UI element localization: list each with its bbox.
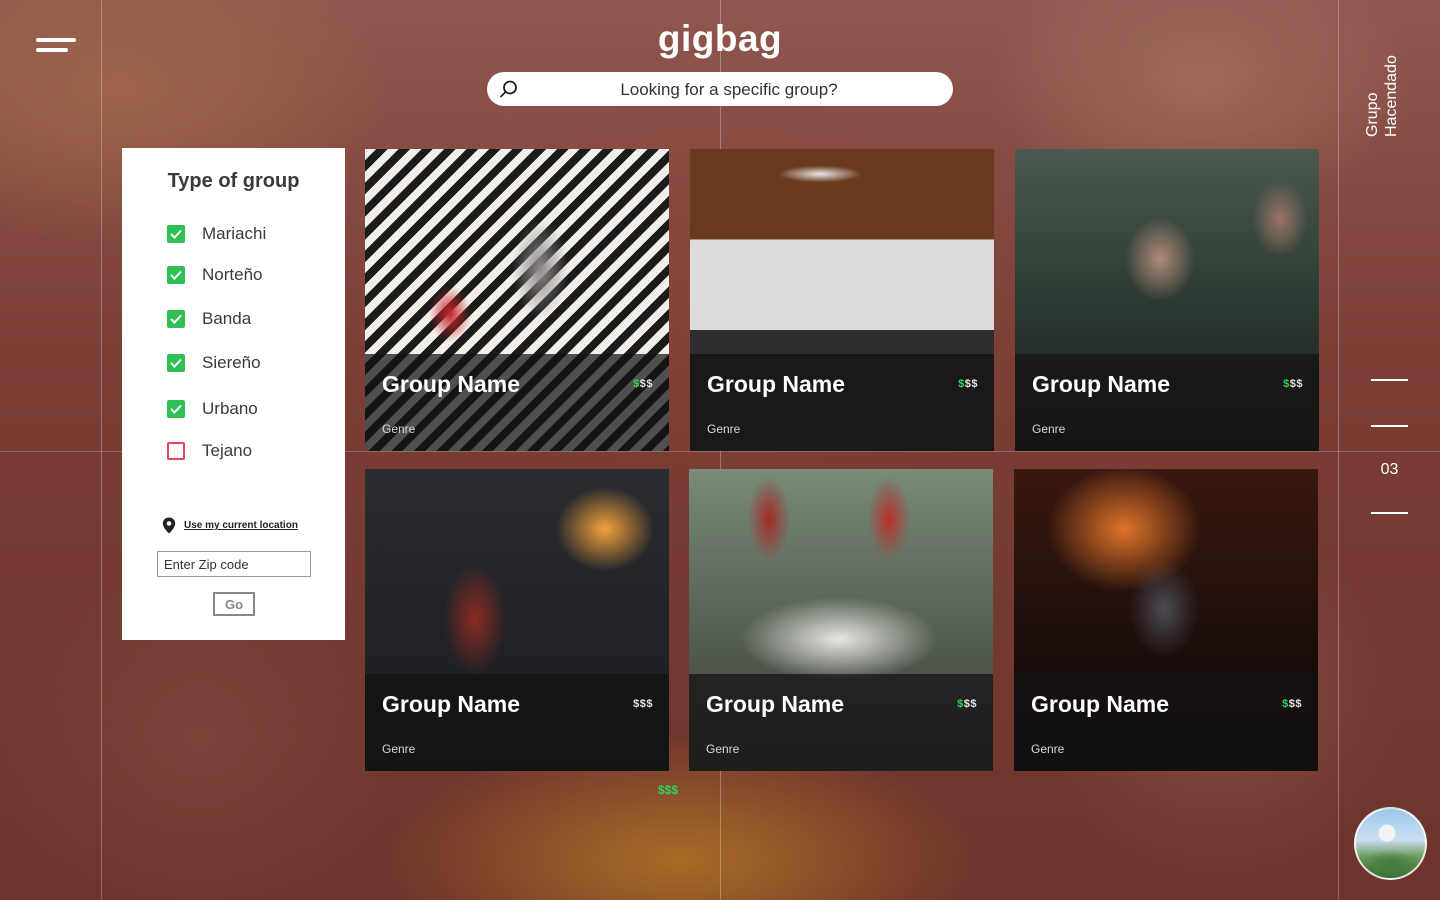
filter-option-label: Mariachi: [202, 224, 267, 243]
side-title-line: Grupo: [1364, 92, 1381, 137]
search-input[interactable]: [527, 72, 931, 108]
card-caption-bg: [1015, 354, 1319, 451]
price-indicator: $$$: [1283, 378, 1303, 390]
price-active: $: [1283, 378, 1290, 390]
price-indicator: $$$: [1282, 698, 1302, 710]
group-name: Group Name: [382, 691, 521, 717]
price-active: $: [958, 378, 965, 390]
side-section-title: Grupo Hacendado: [1363, 27, 1401, 137]
price-indicator: $$$: [958, 378, 978, 390]
group-card[interactable]: Group Name $$$ Genre: [689, 469, 993, 771]
user-avatar[interactable]: [1354, 807, 1427, 880]
filter-option-urbano[interactable]: Urbano: [167, 397, 258, 421]
filter-option-label: Tejano: [202, 441, 253, 460]
group-card[interactable]: Group Name $$$ Genre: [365, 149, 669, 451]
card-caption-bg: [1014, 674, 1318, 771]
price-active: $: [957, 698, 964, 710]
price-inactive: $$: [1289, 378, 1303, 390]
checkbox-checked[interactable]: [167, 225, 185, 243]
group-card[interactable]: Group Name $$$ Genre: [1014, 469, 1318, 771]
price-inactive: $$$: [633, 698, 653, 710]
price-inactive: $$: [964, 378, 978, 390]
group-genre: Genre: [706, 742, 740, 756]
group-genre: Genre: [382, 422, 416, 436]
card-caption-bg: [365, 674, 669, 771]
grid-line: [1338, 0, 1339, 900]
search-icon: [500, 80, 517, 98]
group-name: Group Name: [1032, 371, 1171, 397]
price-inactive: $$: [1288, 698, 1302, 710]
check-icon: [170, 229, 182, 239]
price-indicator: $$$: [633, 698, 653, 710]
group-genre: Genre: [382, 742, 416, 756]
filter-option-siereno[interactable]: Siereño: [167, 351, 261, 375]
price-active: $: [1282, 698, 1289, 710]
check-icon: [170, 314, 182, 324]
group-genre: Genre: [707, 422, 741, 436]
filter-option-norteno[interactable]: Norteño: [167, 263, 262, 287]
group-name: Group Name: [707, 371, 846, 397]
use-location-label: Use my current location: [184, 520, 298, 531]
pagination-dash[interactable]: [1371, 512, 1408, 514]
checkbox-checked[interactable]: [167, 400, 185, 418]
card-caption-bg: [690, 354, 994, 451]
checkbox-checked[interactable]: [167, 354, 185, 372]
filter-option-mariachi[interactable]: Mariachi: [167, 222, 266, 246]
filter-option-tejano[interactable]: Tejano: [167, 439, 252, 463]
checkbox-checked[interactable]: [167, 266, 185, 284]
pagination-dash[interactable]: [1371, 425, 1408, 427]
group-card[interactable]: Group Name $$$ Genre: [365, 469, 669, 771]
checkbox-unchecked[interactable]: [167, 442, 185, 460]
filter-option-label: Norteño: [202, 265, 263, 284]
filter-option-label: Urbano: [202, 399, 258, 418]
price-inactive: $$: [639, 378, 653, 390]
zip-code-input[interactable]: [157, 551, 311, 577]
use-location-link[interactable]: Use my current location: [162, 517, 298, 534]
side-title-line: Hacendado: [1383, 55, 1400, 137]
location-pin-icon: [162, 517, 176, 534]
page-number: 03: [1380, 461, 1399, 478]
filter-panel: Type of group Mariachi Norteño Banda Sie…: [122, 148, 345, 640]
pagination-dash[interactable]: [1371, 379, 1408, 381]
price-inactive: $$: [963, 698, 977, 710]
group-genre: Genre: [1031, 742, 1065, 756]
price-active: $: [633, 378, 640, 390]
group-card[interactable]: Group Name $$$ Genre: [1015, 149, 1319, 451]
search-bar[interactable]: [487, 72, 953, 108]
checkbox-checked[interactable]: [167, 310, 185, 328]
filter-option-label: Siereño: [202, 353, 261, 372]
group-name: Group Name: [706, 691, 845, 717]
group-genre: Genre: [1032, 422, 1066, 436]
group-name: Group Name: [382, 371, 521, 397]
group-name: Group Name: [1031, 691, 1170, 717]
card-caption-bg: [365, 354, 669, 451]
group-card[interactable]: Group Name $$$ Genre: [690, 149, 994, 451]
card-caption-bg: [689, 674, 993, 771]
check-icon: [170, 358, 182, 368]
filter-option-banda[interactable]: Banda: [167, 307, 251, 331]
price-indicator: $$$: [658, 783, 679, 797]
app-logo: gigbag: [657, 18, 783, 59]
go-button[interactable]: Go: [213, 592, 255, 616]
grid-line: [101, 0, 102, 900]
check-icon: [170, 270, 182, 280]
check-icon: [170, 404, 182, 414]
price-indicator: $$$: [957, 698, 977, 710]
price-indicator: $$$: [633, 378, 653, 390]
filter-title: Type of group: [167, 170, 300, 192]
filter-option-label: Banda: [202, 309, 252, 328]
